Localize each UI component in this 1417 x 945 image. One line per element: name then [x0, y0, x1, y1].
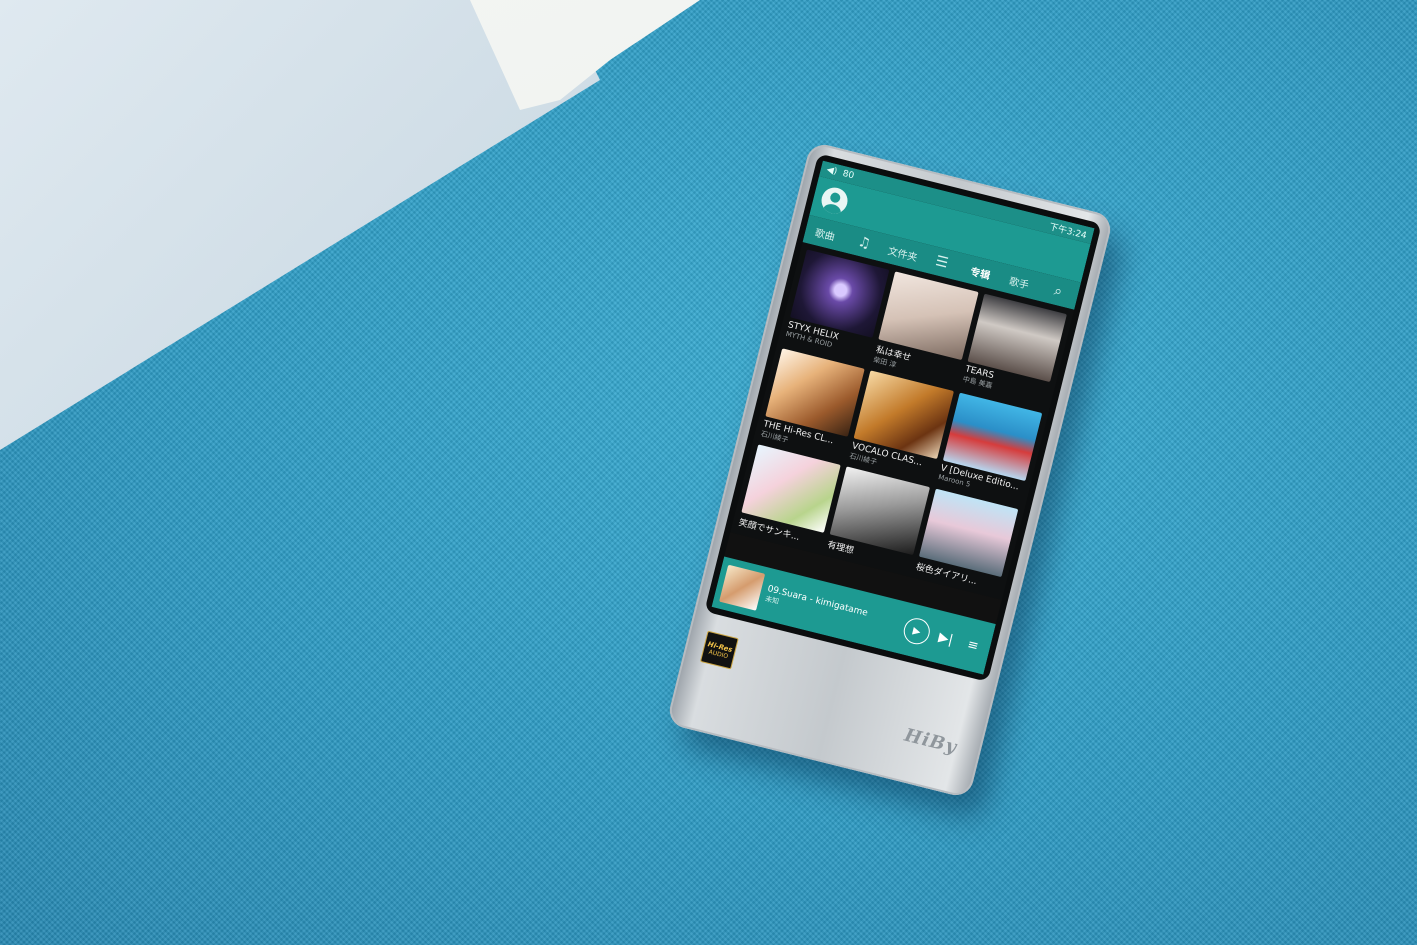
now-playing-cover — [719, 564, 766, 611]
album-item[interactable]: VOCALO CLAS... 石川綾子 — [848, 370, 954, 481]
tab-albums[interactable]: 专辑 — [959, 260, 1001, 284]
next-button[interactable]: ▶| — [933, 629, 958, 649]
now-playing-info: 09.Suara - kimigatame 未知 — [764, 584, 901, 636]
album-item[interactable]: 私は幸せ 柴田 淳 — [872, 271, 979, 385]
album-item[interactable]: 桜色ダイアリ... — [915, 488, 1019, 593]
skip-next-icon: ▶| — [937, 629, 955, 648]
menu-icon: ≡ — [965, 636, 981, 654]
tab-songs[interactable]: 歌曲 — [804, 221, 846, 245]
play-icon: ▶ — [911, 624, 922, 638]
music-tab[interactable]: ♫ — [843, 230, 886, 255]
playlist-icon: ☰ — [933, 253, 950, 272]
avatar-icon[interactable] — [818, 184, 851, 217]
volume-level: 80 — [841, 168, 856, 182]
hi-res-audio-badge: Hi-Res AUDIO — [699, 630, 739, 670]
album-item[interactable]: 笑顔でサンキ... — [737, 444, 842, 548]
search-icon: ⌕ — [1052, 282, 1064, 301]
queue-button[interactable]: ≡ — [961, 635, 986, 655]
music-note-icon: ♫ — [856, 233, 873, 253]
brand-logo: HiBy — [902, 724, 960, 759]
album-item[interactable]: THE Hi-Res CL... 石川綾子 — [760, 348, 866, 459]
play-button[interactable]: ▶ — [901, 615, 933, 648]
tab-artists[interactable]: 歌手 — [998, 270, 1040, 294]
album-item[interactable]: STYX HELIX MYTH & ROID — [784, 249, 890, 363]
album-item[interactable]: 有理想 — [826, 466, 930, 570]
volume-icon: ◀) — [825, 164, 839, 178]
album-item[interactable]: V [Deluxe Editio... Maroon 5 — [937, 392, 1043, 504]
search-tab[interactable]: ⌕ — [1037, 279, 1080, 304]
album-item[interactable]: TEARS 中島 美嘉 — [961, 293, 1067, 408]
tab-folders[interactable]: 文件夹 — [882, 241, 924, 265]
playlist-tab[interactable]: ☰ — [920, 250, 963, 275]
